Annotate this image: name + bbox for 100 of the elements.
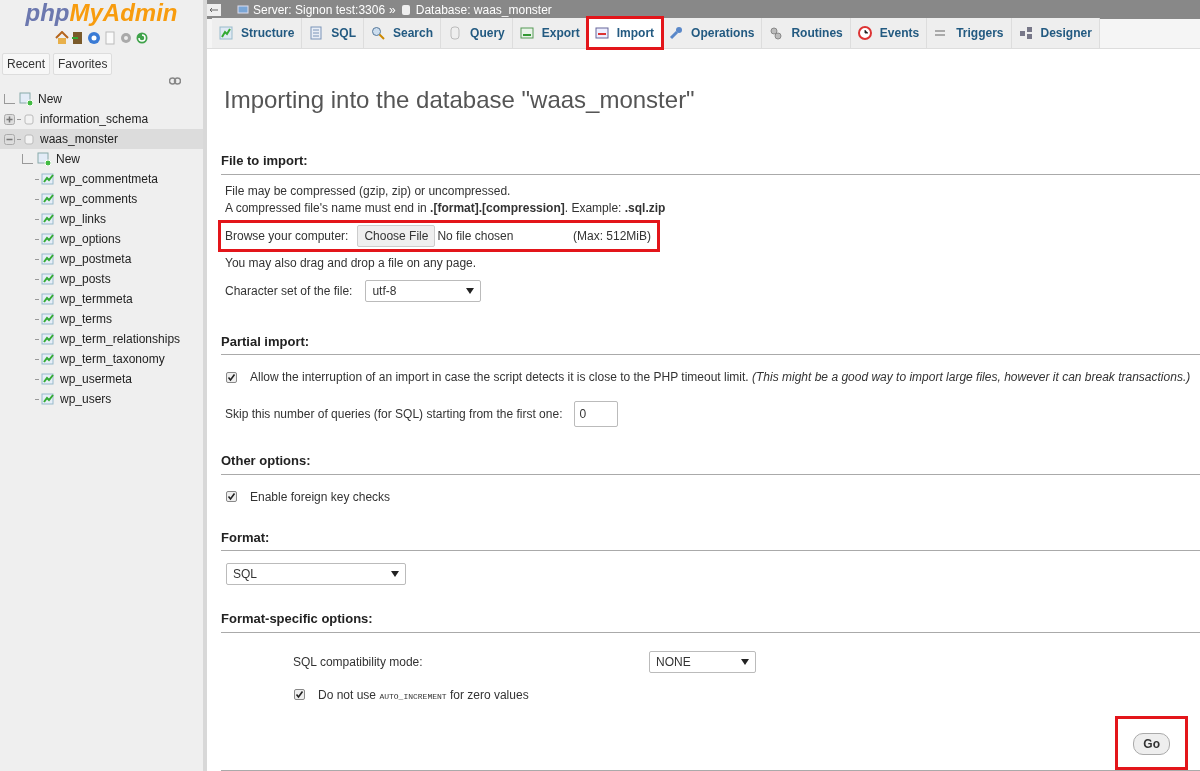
expand-icon[interactable]: [4, 113, 15, 125]
tree-label: wp_options: [60, 231, 121, 248]
field-label: Character set of the file:: [225, 282, 353, 300]
tab[interactable]: Routines: [762, 18, 851, 48]
tree-label: wp_comments: [60, 191, 138, 208]
table-icon: [41, 392, 55, 406]
tree-label: wp_term_taxonomy: [60, 351, 165, 368]
server-icon: [237, 3, 249, 16]
tab[interactable]: Import: [587, 18, 663, 48]
file-status: No file chosen: [437, 227, 514, 245]
format-select[interactable]: SQL: [226, 563, 406, 585]
checkbox-label: Enable foreign key checks: [250, 488, 391, 506]
table-icon: [41, 272, 55, 286]
tree-label: wp_terms: [60, 311, 112, 328]
go-button[interactable]: Go: [1133, 732, 1170, 755]
field-label: Browse your computer:: [225, 227, 349, 245]
tree-item[interactable]: wp_posts: [0, 269, 203, 289]
tab[interactable]: Export: [512, 18, 588, 48]
dropdown-caret-icon: [391, 571, 399, 577]
door-icon: [70, 31, 85, 45]
tree-label: wp_users: [60, 391, 112, 408]
dropdown-caret-icon: [466, 287, 475, 294]
tree-item[interactable]: wp_comments: [0, 189, 203, 209]
tree-item[interactable]: waas_monster: [0, 129, 203, 149]
table-icon: [41, 352, 55, 366]
info-text: You may also drag and drop a file on any page.: [225, 254, 478, 272]
checkbox-label: Do not use AUTO_INCREMENT for zero values: [318, 686, 529, 704]
new-icon: [19, 92, 33, 106]
sidebar-button[interactable]: Recent: [2, 53, 51, 75]
tree-item[interactable]: wp_postmeta: [0, 249, 203, 269]
tab[interactable]: Operations: [662, 18, 763, 48]
tab[interactable]: SQL: [302, 18, 364, 48]
checkmark-icon: [295, 690, 304, 699]
section-heading: Partial import:: [221, 331, 1200, 355]
tree-item[interactable]: wp_users: [0, 389, 203, 409]
tree-item[interactable]: wp_term_relationships: [0, 329, 203, 349]
charset-select[interactable]: utf-8: [365, 279, 482, 302]
tab[interactable]: Structure: [212, 18, 303, 48]
compatibility-select[interactable]: NONE: [649, 650, 756, 673]
table-icon: [41, 232, 55, 246]
section-heading: Format:: [221, 527, 1200, 551]
chart-icon: [219, 26, 233, 40]
tab[interactable]: Search: [364, 18, 442, 48]
tree-item[interactable]: information_schema: [0, 109, 203, 129]
tree-label: wp_commentmeta: [60, 171, 159, 188]
info-text: File may be compressed (gzip, zip) or uncompressed.: [225, 182, 512, 200]
dropdown-caret-icon: [741, 658, 749, 665]
wrench-icon: [669, 26, 684, 40]
tree-item[interactable]: wp_commentmeta: [0, 169, 203, 189]
reload-icon: [134, 31, 149, 45]
checkmark-icon: [227, 492, 236, 501]
section-heading: Other options:: [221, 451, 1200, 475]
table-icon: [41, 192, 55, 206]
section-heading: Format-specific options:: [221, 609, 1200, 633]
checkbox[interactable]: [226, 491, 237, 502]
settings-icon: [118, 31, 133, 45]
field-label: Skip this number of queries (for SQL) starting from the first one:: [225, 406, 563, 423]
field-label: SQL compatibility mode:: [293, 653, 424, 671]
tab[interactable]: Designer: [1011, 18, 1100, 48]
tree-item[interactable]: wp_links: [0, 209, 203, 229]
tree-label: information_schema: [40, 111, 149, 128]
tree-item[interactable]: wp_term_taxonomy: [0, 349, 203, 369]
choose-file-button[interactable]: Choose File: [357, 224, 436, 247]
tab[interactable]: Events: [850, 18, 928, 48]
sidebar-button[interactable]: Favorites: [53, 53, 113, 75]
search-icon: [371, 26, 385, 40]
tree-label: waas_monster: [40, 131, 119, 148]
table-icon: [41, 252, 55, 266]
tree-label: wp_postmeta: [60, 251, 132, 268]
tree-item[interactable]: wp_terms: [0, 309, 203, 329]
breadcrumb-link[interactable]: Server: Signon test:3306: [253, 0, 386, 19]
document-icon: [309, 26, 324, 40]
table-icon: [41, 332, 55, 346]
home-icon: [54, 31, 69, 45]
tab[interactable]: Triggers: [927, 18, 1012, 48]
number-input[interactable]: 0: [574, 401, 619, 427]
breadcrumb-separator: »: [389, 1, 396, 19]
window-icon: [519, 26, 534, 40]
checkbox-label: Allow the interruption of an import in case the script detects it is close to the PHP timeout limit. (This might be a good way to import large files, however it can break transactions.): [250, 369, 1191, 386]
checkbox[interactable]: [226, 371, 237, 383]
tab[interactable]: Query: [441, 18, 513, 48]
tree-label: wp_term_relationships: [60, 331, 181, 348]
tree-item[interactable]: New: [0, 149, 203, 169]
tree-label: wp_usermeta: [60, 371, 133, 388]
tree-item[interactable]: New: [0, 89, 203, 109]
collapse-icon[interactable]: [4, 133, 15, 145]
tree-item[interactable]: wp_termmeta: [0, 289, 203, 309]
clock-icon: [857, 26, 872, 40]
tree-item[interactable]: wp_options: [0, 229, 203, 249]
tree-item[interactable]: wp_usermeta: [0, 369, 203, 389]
link-icon: [169, 77, 181, 85]
logo: phpMyAdmin: [24, 0, 179, 26]
shapes-icon: [1018, 26, 1033, 40]
table-icon: [41, 312, 55, 326]
section-heading: File to import:: [221, 151, 1200, 175]
tree-label: wp_termmeta: [60, 291, 133, 308]
checkbox[interactable]: [294, 689, 305, 700]
document-icon: [102, 31, 117, 45]
checkmark-icon: [227, 372, 236, 382]
breadcrumb-link[interactable]: Database: waas_monster: [415, 0, 552, 19]
